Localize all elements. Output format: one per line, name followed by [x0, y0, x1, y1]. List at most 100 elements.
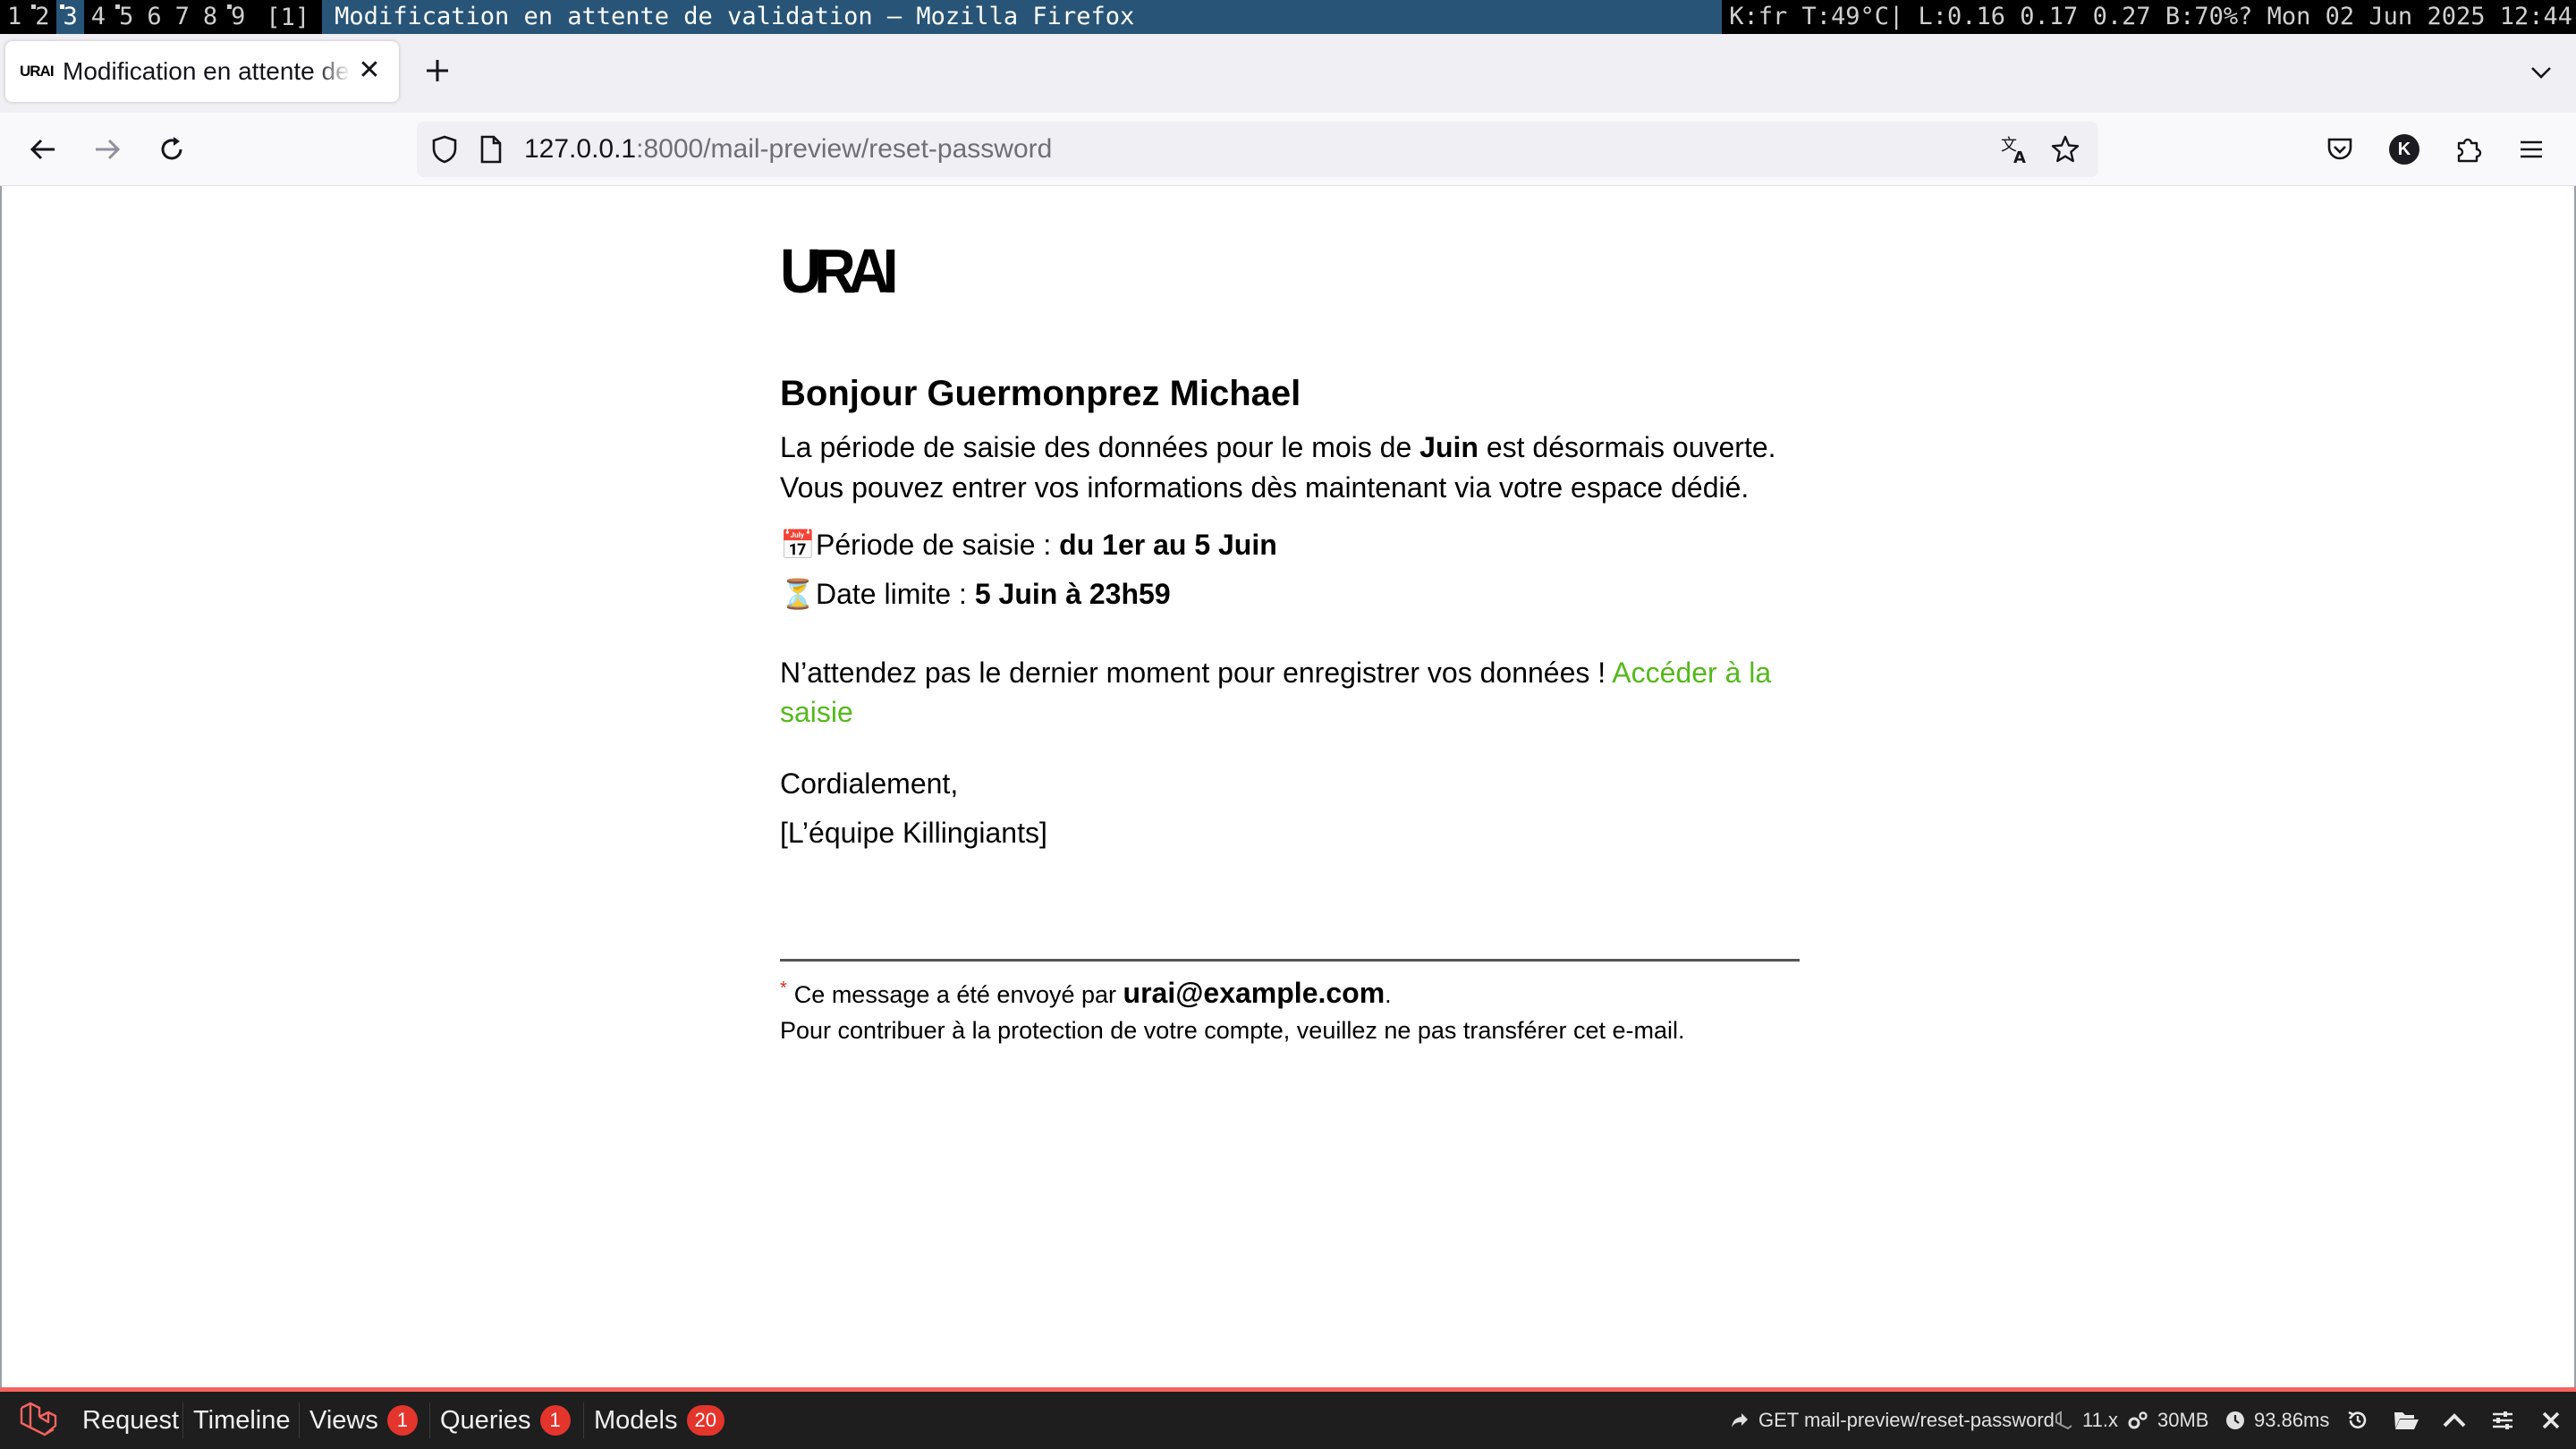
deadline-line: ⏳Date limite : 5 Juin à 23h59: [780, 577, 1171, 611]
debugbar-tab-timeline[interactable]: Timeline: [193, 1402, 291, 1438]
period-line: 📅Période de saisie : du 1er au 5 Juin: [780, 528, 1277, 562]
window-manager-bar: 1 2 3 4 5 6 7 8 9 [1] Modification en at…: [0, 0, 2576, 34]
duration-text: 93.86ms: [2254, 1409, 2330, 1431]
deadline-label: Date limite :: [816, 578, 975, 610]
intro-text-start: La période de saisie des données pour le…: [780, 431, 1420, 463]
account-avatar: K: [2389, 134, 2419, 165]
svg-text:A: A: [2013, 148, 2026, 165]
page-icon[interactable]: [476, 134, 506, 165]
memory-text: 30MB: [2157, 1409, 2209, 1431]
calendar-icon: 📅: [780, 528, 816, 562]
debugbar-tab-models[interactable]: Models 20: [594, 1402, 724, 1438]
urai-logo: URAI: [780, 236, 899, 306]
greeting-heading: Bonjour Guermonprez Michael: [780, 374, 1301, 413]
laravel-small-icon: [2055, 1411, 2072, 1430]
workspace-1[interactable]: 1: [0, 0, 28, 34]
menu-button[interactable]: [2512, 130, 2551, 169]
route-text: GET mail-preview/reset-password: [1758, 1409, 2055, 1431]
debugbar-tab-label: Queries: [440, 1406, 531, 1435]
workspace-6[interactable]: 6: [140, 0, 167, 34]
workspace-7[interactable]: 7: [168, 0, 196, 34]
version-text: 11.x: [2082, 1409, 2118, 1431]
workspace-8[interactable]: 8: [196, 0, 224, 34]
browser-tab[interactable]: URAI Modification en attente de validati…: [5, 41, 399, 102]
views-count-badge: 1: [386, 1405, 418, 1436]
reload-button[interactable]: [152, 130, 191, 169]
url-text[interactable]: 127.0.0.1:8000/mail-preview/reset-passwo…: [524, 134, 1052, 165]
bookmark-star-icon[interactable]: [2050, 134, 2080, 165]
translate-icon[interactable]: 文A: [2000, 134, 2030, 165]
hamburger-icon: [2521, 140, 2542, 158]
workspace-9[interactable]: 9: [224, 0, 251, 34]
closing-text: Cordialement,: [780, 767, 959, 800]
chevron-up-icon[interactable]: [2440, 1406, 2469, 1435]
workspace-4[interactable]: 4: [84, 0, 112, 34]
pocket-icon: [2327, 138, 2352, 160]
extensions-button[interactable]: [2449, 130, 2488, 169]
window-title: Modification en attente de validation — …: [322, 0, 1723, 34]
footer-sender-line: * Ce message a été envoyé par urai@exampl…: [780, 977, 1392, 1010]
debugbar-tab-label: Request: [82, 1406, 180, 1435]
tab-strip: URAI Modification en attente de validati…: [0, 34, 2576, 113]
arrow-left-icon: [30, 139, 55, 160]
forward-button[interactable]: [88, 130, 127, 169]
debugbar-separator: [429, 1402, 430, 1438]
tab-favicon: URAI: [20, 63, 55, 80]
url-path: :8000/mail-preview/reset-password: [636, 134, 1053, 164]
url-host: 127.0.0.1: [524, 134, 637, 164]
back-button[interactable]: [23, 130, 63, 169]
sliders-icon[interactable]: [2488, 1406, 2517, 1435]
pocket-button[interactable]: [2320, 130, 2360, 169]
workspace-2[interactable]: 2: [28, 0, 55, 34]
clock-icon: [2226, 1411, 2244, 1429]
arrow-right-icon: [96, 139, 121, 160]
share-icon: [1732, 1413, 1748, 1428]
deadline-value: 5 Juin à 23h59: [974, 578, 1171, 610]
debugbar-version[interactable]: 11.x: [2054, 1404, 2118, 1436]
cogs-icon: [2128, 1411, 2148, 1429]
debugbar-memory[interactable]: 30MB: [2127, 1404, 2208, 1436]
navigation-toolbar: 127.0.0.1:8000/mail-preview/reset-passwo…: [0, 113, 2576, 186]
footer-divider: [780, 959, 1800, 962]
tab-title: Modification en attente de validation: [63, 57, 351, 85]
reload-icon: [161, 137, 182, 160]
cta-paragraph: N’attendez pas le dernier moment pour en…: [780, 653, 1800, 732]
debugbar-tab-views[interactable]: Views 1: [309, 1402, 418, 1438]
debugbar-separator: [299, 1402, 300, 1438]
plus-icon: [427, 60, 448, 81]
workspace-3[interactable]: 3: [55, 0, 84, 34]
close-icon[interactable]: ✕: [354, 55, 385, 86]
debugbar: Request Timeline Views 1 Queries 1 Models 2…: [0, 1387, 2576, 1449]
footer-sent-text: Ce message a été envoyé par: [793, 981, 1123, 1008]
cta-text: N’attendez pas le dernier moment pour en…: [780, 657, 1613, 689]
new-tab-button[interactable]: [422, 55, 453, 91]
debugbar-tab-label: Models: [594, 1406, 678, 1435]
debugbar-tab-queries[interactable]: Queries 1: [440, 1402, 571, 1438]
close-icon[interactable]: [2537, 1406, 2565, 1435]
period-value: du 1er au 5 Juin: [1059, 529, 1277, 561]
footer-email: urai@example.com: [1123, 977, 1385, 1009]
puzzle-icon: [2457, 138, 2482, 163]
debugbar-tab-label: Timeline: [193, 1406, 291, 1435]
address-bar[interactable]: 127.0.0.1:8000/mail-preview/reset-passwo…: [417, 122, 2098, 177]
signature-text: [L’équipe Killingiants]: [780, 817, 1047, 849]
debugbar-route[interactable]: GET mail-preview/reset-password: [1730, 1404, 2055, 1436]
shield-icon[interactable]: [429, 134, 460, 165]
history-icon[interactable]: [2343, 1406, 2372, 1435]
chevron-down-icon[interactable]: [2528, 59, 2555, 86]
folder-open-icon[interactable]: [2392, 1406, 2420, 1435]
footer-period: .: [1385, 981, 1392, 1008]
debugbar-duration[interactable]: 93.86ms: [2225, 1404, 2329, 1436]
models-count-badge: 20: [686, 1405, 724, 1436]
page-content: URAI Bonjour Guermonprez Michael La péri…: [0, 186, 2576, 1387]
laravel-logo-icon[interactable]: [18, 1401, 59, 1440]
workspace-5[interactable]: 5: [112, 0, 140, 34]
intro-month: Juin: [1419, 431, 1479, 463]
system-status: K:fr T:49°C| L:0.16 0.17 0.27 B:70%? Mon…: [1722, 0, 2576, 34]
hourglass-icon: ⏳: [780, 577, 816, 611]
intro-paragraph: La période de saisie des données pour le…: [780, 428, 1800, 508]
queries-count-badge: 1: [539, 1405, 571, 1436]
debugbar-tab-request[interactable]: Request: [82, 1402, 179, 1438]
account-button[interactable]: K: [2385, 130, 2424, 169]
window-count: [1]: [266, 3, 310, 31]
